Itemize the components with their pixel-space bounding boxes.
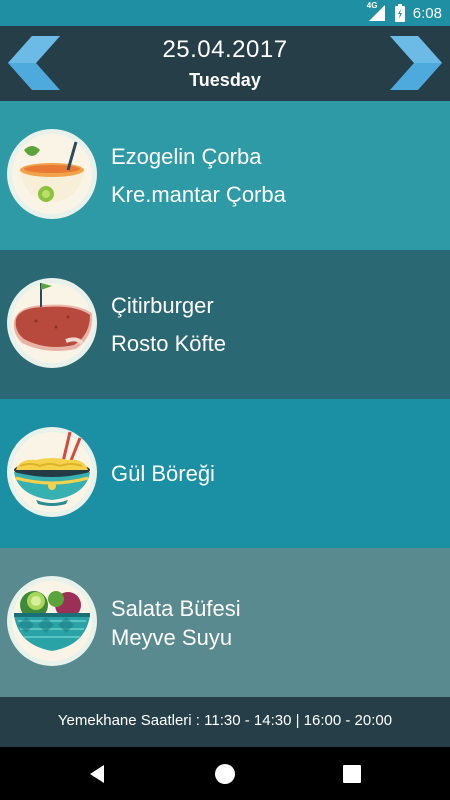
status-time: 6:08 — [412, 4, 442, 22]
recents-square-icon — [343, 765, 361, 783]
date-header: 25.04.2017 Tuesday — [0, 26, 450, 101]
cafeteria-hours-text: Yemekhane Saatleri : 11:30 - 14:30 | 16:… — [57, 712, 393, 729]
chevron-right-icon — [390, 36, 442, 90]
meal-items: Salata Büfesi Meyve Suyu — [111, 548, 241, 697]
battery-icon — [394, 4, 405, 22]
noodle-bowl-icon — [6, 426, 98, 518]
meal-item: Meyve Suyu — [111, 624, 233, 650]
day-label: Tuesday — [189, 70, 261, 90]
cafeteria-hours-bar: Yemekhane Saatleri : 11:30 - 14:30 | 16:… — [0, 697, 450, 747]
meal-item: Ezogelin Çorba — [111, 143, 262, 169]
meal-item: Salata Büfesi — [111, 595, 241, 621]
meal-item: Çitirburger — [111, 292, 214, 318]
system-navigation-bar — [0, 747, 450, 800]
meal-item: Gül Böreği — [111, 460, 215, 486]
network-type-label: 4G — [366, 1, 378, 10]
meal-row-salad[interactable]: Salata Büfesi Meyve Suyu — [0, 548, 450, 697]
next-day-button[interactable] — [384, 34, 444, 92]
recents-button[interactable] — [340, 762, 364, 786]
meal-row-main[interactable]: Çitirburger Rosto Köfte — [0, 250, 450, 399]
date-title: 25.04.2017 — [162, 36, 288, 63]
meal-items: Ezogelin Çorba Kre.mantar Çorba — [111, 101, 286, 250]
network-icon: 4G — [366, 1, 387, 22]
back-triangle-icon — [90, 765, 104, 783]
salad-bowl-icon — [6, 575, 98, 667]
meat-steak-icon — [6, 277, 98, 369]
meal-items: Gül Böreği — [111, 399, 215, 548]
meal-item: Rosto Köfte — [111, 330, 226, 356]
soup-bowl-icon — [6, 128, 98, 220]
meal-row-pastry[interactable]: Gül Böreği — [0, 399, 450, 548]
status-bar: 4G 6:08 — [0, 0, 450, 26]
meal-row-soup[interactable]: Ezogelin Çorba Kre.mantar Çorba — [0, 101, 450, 250]
meal-item: Kre.mantar Çorba — [111, 181, 286, 207]
status-icons: 4G 6:08 — [366, 1, 442, 22]
back-button[interactable] — [86, 762, 110, 786]
home-button[interactable] — [213, 762, 237, 786]
home-circle-icon — [215, 764, 235, 784]
meal-items: Çitirburger Rosto Köfte — [111, 250, 226, 399]
